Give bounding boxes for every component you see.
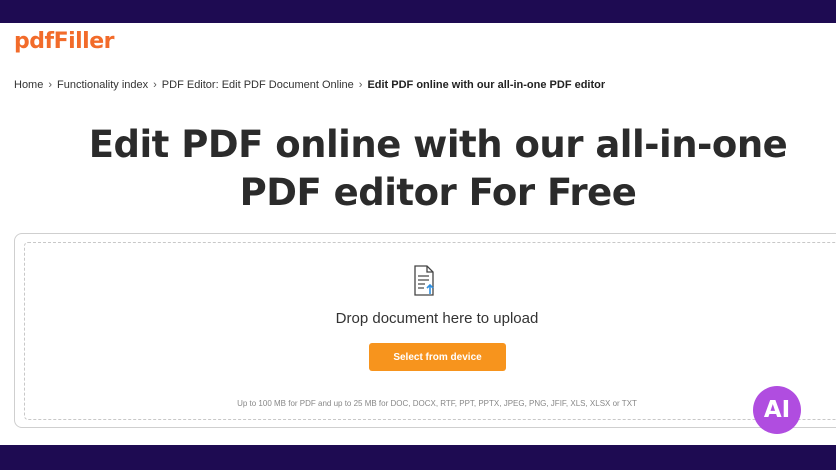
page-title: Edit PDF online with our all-in-one PDF …: [40, 121, 836, 217]
page: pdfFiller Home › Functionality index › P…: [0, 23, 836, 445]
drop-instruction: Drop document here to upload: [335, 310, 539, 327]
document-upload-icon: [414, 265, 434, 296]
breadcrumb-separator-icon: ›: [153, 79, 157, 91]
breadcrumb: Home › Functionality index › PDF Editor:…: [14, 79, 605, 91]
breadcrumb-separator-icon: ›: [358, 79, 363, 91]
pdffiller-logo[interactable]: pdfFiller: [14, 29, 115, 54]
page-title-line-1: Edit PDF online with our all-in-one: [88, 123, 788, 166]
breadcrumb-separator-icon: ›: [48, 79, 53, 91]
select-from-device-button[interactable]: Select from device: [369, 343, 506, 371]
breadcrumb-pdf-editor[interactable]: PDF Editor: Edit PDF Document Online: [162, 79, 354, 91]
ai-badge-label: AI: [763, 397, 791, 423]
breadcrumb-functionality-index[interactable]: Functionality index: [57, 79, 148, 91]
ai-assistant-button[interactable]: AI: [753, 386, 801, 434]
page-title-line-2: PDF editor For Free: [239, 171, 637, 214]
breadcrumb-current-page: Edit PDF online with our all-in-one PDF …: [367, 79, 606, 91]
breadcrumb-home[interactable]: Home: [14, 79, 43, 91]
upload-limits-text: Up to 100 MB for PDF and up to 25 MB for…: [237, 399, 637, 408]
